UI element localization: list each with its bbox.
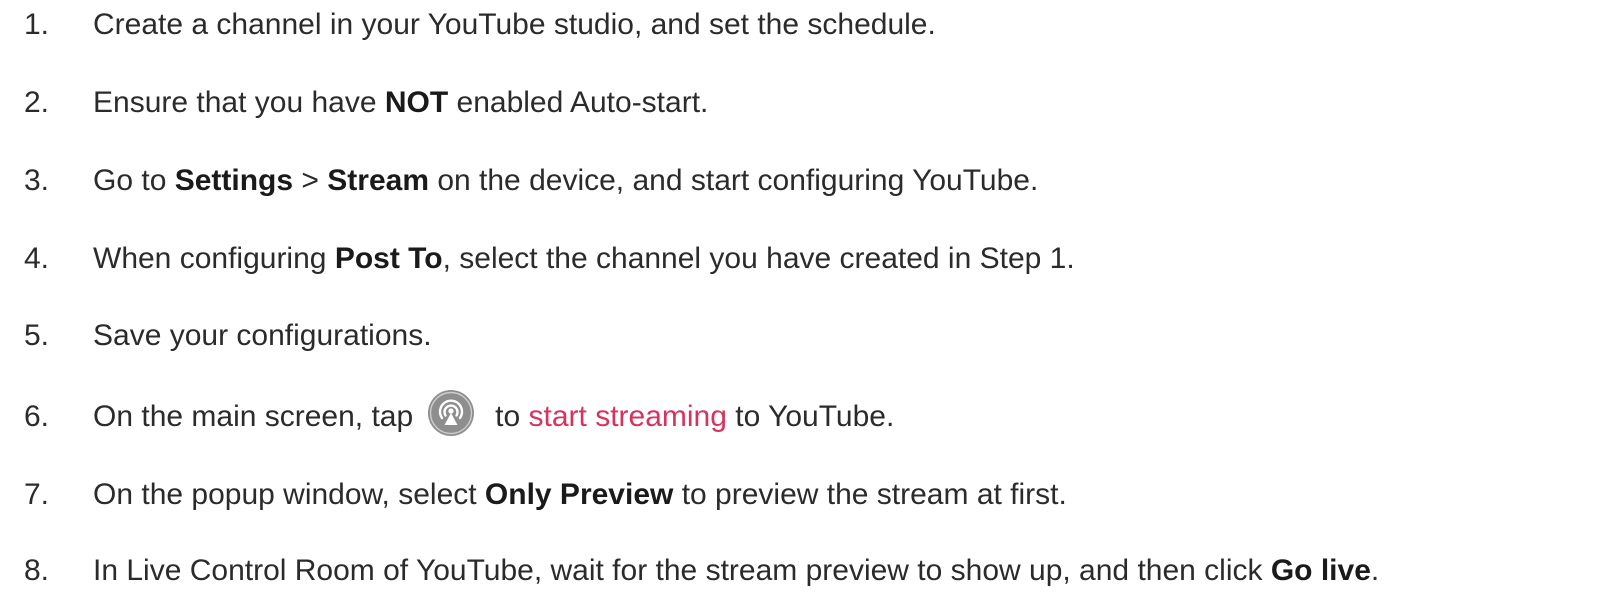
step-text-part: on the device, and start configuring You…: [429, 164, 1039, 197]
settings-label: Settings: [174, 164, 294, 197]
step-text-part: enabled Auto-start.: [448, 86, 709, 119]
step-number: 2.: [24, 86, 50, 119]
step-text: On the popup window, select Only Preview…: [93, 475, 1067, 515]
step-text: When configuring Post To, select the cha…: [93, 239, 1075, 279]
step-number: 3.: [24, 164, 50, 197]
step-text-part: , select the channel you have created in…: [442, 242, 1075, 275]
step-text: Go to Settings > Stream on the device, a…: [93, 161, 1038, 201]
step-text: On the main screen, tap to start streami…: [93, 390, 895, 441]
step-text: Save your configurations.: [93, 316, 432, 356]
step-number: 1.: [24, 8, 50, 41]
steps-list: 1. Create a channel in your YouTube stud…: [0, 0, 1617, 612]
post-to-label: Post To: [334, 242, 443, 275]
step-number: 4.: [24, 242, 50, 275]
step-2: 2. Ensure that you have NOT enabled Auto…: [0, 83, 1617, 123]
step-text-part: On the popup window, select: [93, 478, 485, 511]
step-text: Create a channel in your YouTube studio,…: [93, 5, 936, 45]
step-text: Ensure that you have NOT enabled Auto-st…: [93, 83, 708, 123]
step-5: 5. Save your configurations.: [0, 316, 1617, 356]
step-text-part: Go to: [93, 164, 175, 197]
step-4: 4. When configuring Post To, select the …: [0, 239, 1617, 279]
step-text-part: to YouTube.: [726, 400, 895, 433]
step-text-part: When configuring: [93, 242, 335, 275]
step-6: 6. On the main screen, tap to start stre…: [0, 390, 1617, 437]
only-preview-label: Only Preview: [484, 478, 674, 511]
live-stream-icon[interactable]: [427, 389, 475, 437]
stream-label: Stream: [327, 164, 429, 197]
start-streaming-link[interactable]: start streaming: [529, 397, 727, 437]
step-number: 7.: [24, 478, 50, 511]
step-1: 1. Create a channel in your YouTube stud…: [0, 5, 1617, 45]
step-text-part: Ensure that you have: [93, 86, 385, 119]
step-8: 8. In Live Control Room of YouTube, wait…: [0, 551, 1617, 591]
step-text-part: Create a channel in your YouTube studio,…: [93, 8, 936, 41]
step-number: 6.: [24, 400, 50, 433]
breadcrumb-separator: >: [293, 164, 328, 197]
step-text-part: In Live Control Room of YouTube, wait fo…: [93, 554, 1271, 587]
step-text-part: to preview the stream at first.: [673, 478, 1067, 511]
step-7: 7. On the popup window, select Only Prev…: [0, 475, 1617, 515]
step-text-part: Save your configurations.: [93, 319, 432, 352]
go-live-label: Go live: [1270, 554, 1371, 587]
step-text-part: On the main screen, tap: [93, 400, 414, 433]
emphasis-not: NOT: [384, 86, 449, 119]
step-number: 8.: [24, 554, 50, 587]
step-text-part: to: [495, 400, 529, 433]
step-text-part: .: [1370, 554, 1380, 587]
step-3: 3. Go to Settings > Stream on the device…: [0, 161, 1617, 201]
step-text: In Live Control Room of YouTube, wait fo…: [93, 551, 1379, 591]
step-number: 5.: [24, 319, 50, 352]
